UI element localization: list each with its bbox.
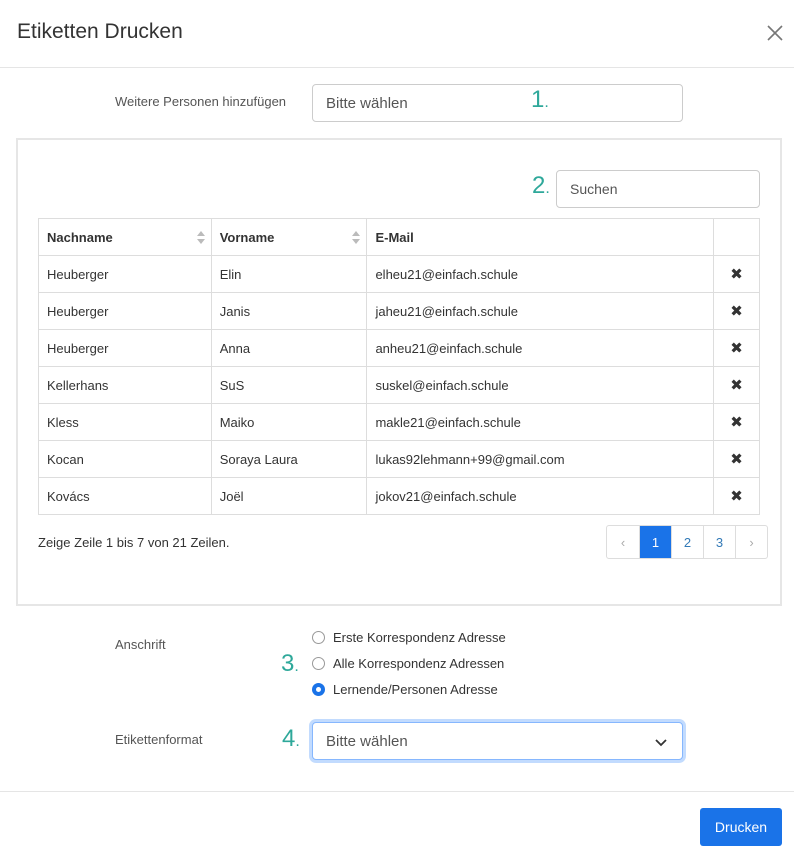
step-marker-1: 1. [531,86,549,113]
cell-nachname: Kocan [38,440,212,478]
cell-vorname: Maiko [210,403,368,441]
pagination-page-2[interactable]: 2 [671,526,703,558]
address-option-person[interactable]: Lernende/Personen Adresse [312,682,498,697]
remove-row-icon[interactable]: ✖ [713,292,760,330]
table-row: Kless Maiko makle21@einfach.schule ✖ [38,403,760,441]
cell-nachname: Heuberger [38,329,212,367]
table-row: Heuberger Anna anheu21@einfach.schule ✖ [38,329,760,367]
address-option-label: Erste Korrespondenz Adresse [333,630,506,645]
search-placeholder: Suchen [570,181,618,197]
address-option-all[interactable]: Alle Korrespondenz Adressen [312,656,504,671]
column-header-vorname[interactable]: Vorname [210,218,368,256]
format-select[interactable]: Bitte wählen [312,722,683,760]
step-marker-3: 3. [281,650,299,677]
address-option-label: Lernende/Personen Adresse [333,682,498,697]
table-header-row: Nachname Vorname E-Mail [38,218,760,256]
column-header-email: E-Mail [366,218,715,256]
column-header-nachname[interactable]: Nachname [38,218,212,256]
step-marker-4: 4. [282,725,300,752]
cell-email: elheu21@einfach.schule [366,255,715,293]
add-persons-label: Weitere Personen hinzufügen [115,94,287,109]
cell-vorname: Anna [210,329,368,367]
cell-nachname: Kellerhans [38,366,212,404]
address-label: Anschrift [115,637,166,652]
sort-icon[interactable] [196,231,205,244]
format-label: Etikettenformat [115,732,203,747]
remove-row-icon[interactable]: ✖ [713,255,760,293]
pagination-prev[interactable]: ‹ [607,526,639,558]
radio-button[interactable] [312,631,325,644]
radio-button[interactable] [312,657,325,670]
column-header-actions [713,218,760,256]
cell-email: jaheu21@einfach.schule [366,292,715,330]
table-row: Heuberger Elin elheu21@einfach.schule ✖ [38,255,760,293]
address-option-label: Alle Korrespondenz Adressen [333,656,505,671]
persons-table: Nachname Vorname E-Mail Heuberger Elin e… [38,218,760,515]
cell-nachname: Kless [38,403,212,441]
pagination-info: Zeige Zeile 1 bis 7 von 21 Zeilen. [38,535,230,550]
chevron-down-icon [655,739,667,747]
pagination-page-1[interactable]: 1 [639,526,671,558]
footer-divider [0,791,794,792]
remove-row-icon[interactable]: ✖ [713,329,760,367]
add-persons-placeholder: Bitte wählen [326,94,408,112]
remove-row-icon[interactable]: ✖ [713,403,760,441]
radio-button-checked[interactable] [312,683,325,696]
cell-vorname: Soraya Laura [210,440,368,478]
pagination: ‹ 1 2 3 › [606,525,768,559]
cell-vorname: Janis [210,292,368,330]
cell-vorname: Joël [210,477,368,515]
table-row: Kovács Joël jokov21@einfach.schule ✖ [38,477,760,515]
pagination-page-3[interactable]: 3 [703,526,735,558]
cell-email: jokov21@einfach.schule [366,477,715,515]
cell-vorname: Elin [210,255,368,293]
cell-email: anheu21@einfach.schule [366,329,715,367]
sort-icon[interactable] [352,231,361,244]
cell-nachname: Heuberger [38,255,212,293]
remove-row-icon[interactable]: ✖ [713,440,760,478]
address-option-first[interactable]: Erste Korrespondenz Adresse [312,630,506,645]
cell-nachname: Kovács [38,477,212,515]
print-button[interactable]: Drucken [700,808,782,846]
close-icon[interactable] [764,22,786,44]
format-select-value: Bitte wählen [326,732,408,750]
search-input[interactable]: Suchen [556,170,760,208]
dialog-title: Etiketten Drucken [17,20,183,43]
pagination-next[interactable]: › [735,526,767,558]
cell-vorname: SuS [210,366,368,404]
table-row: Heuberger Janis jaheu21@einfach.schule ✖ [38,292,760,330]
step-marker-2: 2. [532,172,550,199]
cell-nachname: Heuberger [38,292,212,330]
remove-row-icon[interactable]: ✖ [713,477,760,515]
cell-email: lukas92lehmann+99@gmail.com [366,440,715,478]
table-row: Kocan Soraya Laura lukas92lehmann+99@gma… [38,440,760,478]
table-row: Kellerhans SuS suskel@einfach.schule ✖ [38,366,760,404]
cell-email: suskel@einfach.schule [366,366,715,404]
cell-email: makle21@einfach.schule [366,403,715,441]
add-persons-select[interactable]: Bitte wählen [312,84,683,122]
dialog-header: Etiketten Drucken [0,0,794,68]
remove-row-icon[interactable]: ✖ [713,366,760,404]
